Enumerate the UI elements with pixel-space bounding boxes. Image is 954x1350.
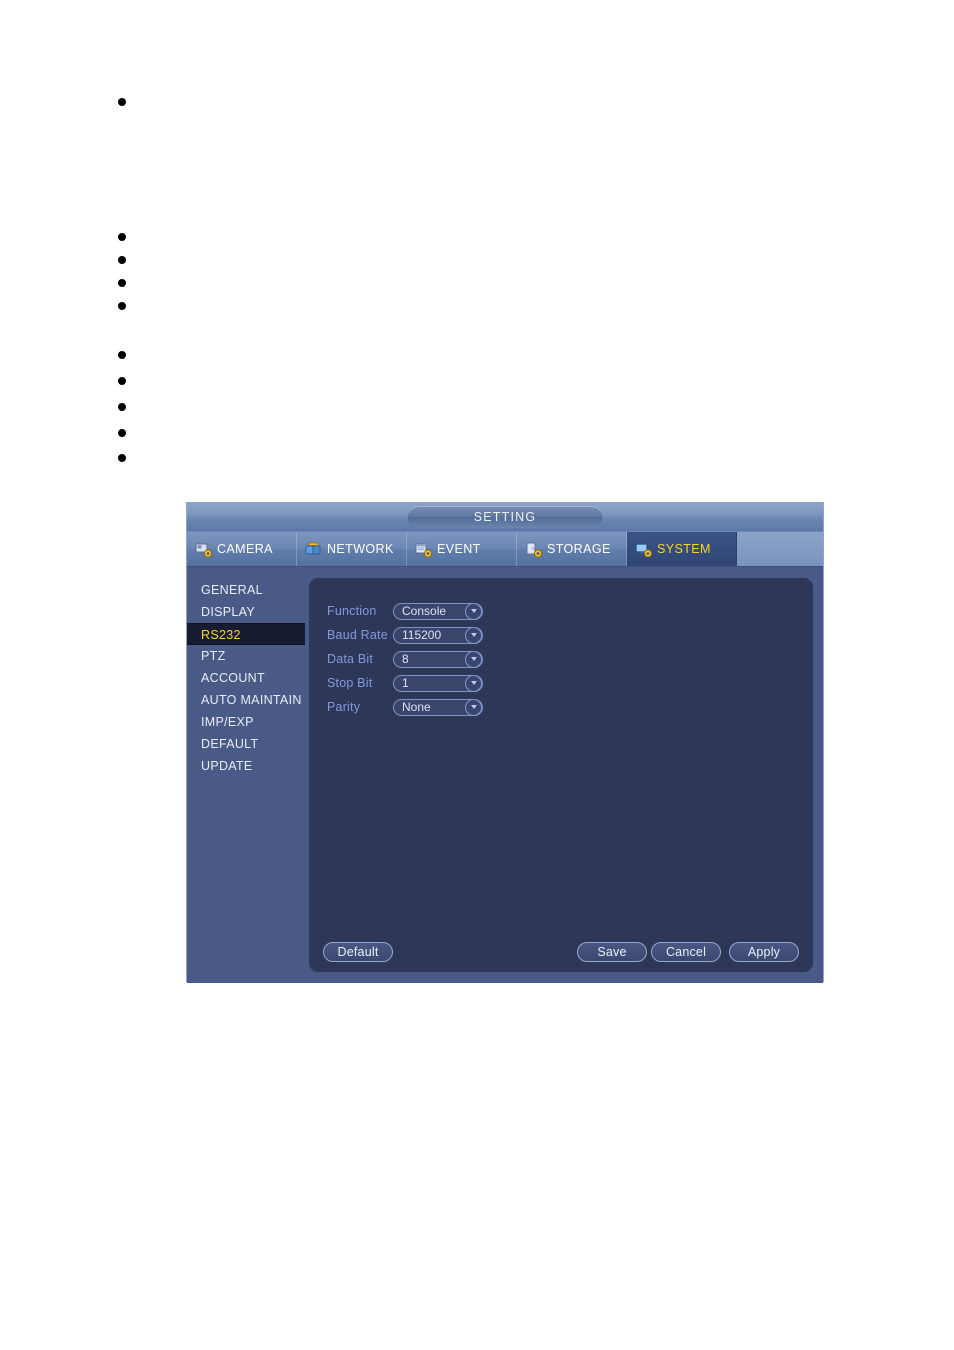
sidebar-item-ptz[interactable]: PTZ [187, 645, 305, 667]
chevron-down-icon[interactable] [465, 626, 482, 644]
sidebar-item-label: GENERAL [201, 583, 263, 597]
sidebar-item-label: AUTO MAINTAIN [201, 693, 302, 707]
sidebar-item-label: RS232 [201, 628, 241, 642]
tab-label: CAMERA [217, 542, 273, 556]
stop-bit-label: Stop Bit [327, 676, 373, 690]
bullet-marker [118, 98, 126, 106]
system-gear-icon [635, 542, 653, 558]
stop-bit-select[interactable]: 1 [393, 674, 483, 692]
function-value: Console [402, 603, 447, 618]
default-button[interactable]: Default [323, 942, 393, 962]
sidebar-item-display[interactable]: DISPLAY [187, 601, 305, 623]
tab-bar-filler [737, 532, 823, 566]
sidebar-item-label: UPDATE [201, 759, 253, 773]
form-row-stop-bit: Stop Bit 1 [327, 672, 483, 694]
sidebar-item-imp-exp[interactable]: IMP/EXP [187, 711, 305, 733]
bullet-marker [118, 377, 126, 385]
sidebar-item-default[interactable]: DEFAULT [187, 733, 305, 755]
baud-rate-select[interactable]: 115200 [393, 626, 483, 644]
data-bit-value: 8 [402, 651, 409, 666]
bullet-marker [118, 256, 126, 264]
tab-label: EVENT [437, 542, 481, 556]
sidebar-item-label: IMP/EXP [201, 715, 254, 729]
bullet-marker [118, 302, 126, 310]
event-gear-icon [415, 542, 433, 558]
chevron-down-icon[interactable] [465, 674, 482, 692]
chevron-down-icon[interactable] [465, 650, 482, 668]
form-row-function: Function Console [327, 600, 483, 622]
form-row-parity: Parity None [327, 696, 483, 718]
baud-rate-label: Baud Rate [327, 628, 388, 642]
parity-value: None [402, 699, 431, 714]
tab-camera[interactable]: CAMERA [187, 532, 297, 566]
parity-label: Parity [327, 700, 361, 714]
dialog-titlebar: SETTING [187, 503, 823, 532]
bullet-marker [118, 279, 126, 287]
network-icon [305, 542, 322, 557]
data-bit-select[interactable]: 8 [393, 650, 483, 668]
tab-label: SYSTEM [657, 542, 711, 556]
storage-gear-icon [525, 542, 543, 558]
bullet-marker [118, 403, 126, 411]
parity-select[interactable]: None [393, 698, 483, 716]
function-select[interactable]: Console [393, 602, 483, 620]
bullet-marker [118, 233, 126, 241]
tab-network[interactable]: NETWORK [297, 532, 407, 566]
sidebar-item-label: PTZ [201, 649, 226, 663]
document-bullet-list [0, 0, 954, 500]
tab-system[interactable]: SYSTEM [627, 532, 737, 566]
bullet-marker [118, 429, 126, 437]
baud-rate-value: 115200 [402, 627, 442, 642]
sidebar-item-auto-maintain[interactable]: AUTO MAINTAIN [187, 689, 305, 711]
stop-bit-value: 1 [402, 675, 409, 690]
rs232-form: Function Console Baud Rate 115200 Data Bit 8 S… [327, 600, 483, 720]
bullet-marker [118, 351, 126, 359]
content-panel: Function Console Baud Rate 115200 Data Bit 8 S… [309, 578, 813, 972]
chevron-down-icon[interactable] [465, 602, 482, 620]
dialog-title: SETTING [407, 506, 603, 528]
tab-label: STORAGE [547, 542, 611, 556]
save-button[interactable]: Save [577, 942, 647, 962]
sidebar: GENERAL DISPLAY RS232 PTZ ACCOUNT AUTO MAINTA… [187, 567, 305, 777]
sidebar-item-label: DEFAULT [201, 737, 259, 751]
sidebar-item-account[interactable]: ACCOUNT [187, 667, 305, 689]
sidebar-item-label: DISPLAY [201, 605, 255, 619]
form-row-baud-rate: Baud Rate 115200 [327, 624, 483, 646]
tab-label: NETWORK [327, 542, 394, 556]
sidebar-item-update[interactable]: UPDATE [187, 755, 305, 777]
camera-gear-icon [195, 542, 213, 558]
form-row-data-bit: Data Bit 8 [327, 648, 483, 670]
setting-dialog: SETTING CAMERA NETWORK EVENT STORAGE SYSTEM … [186, 502, 824, 983]
tab-bar: CAMERA NETWORK EVENT STORAGE SYSTEM [187, 532, 823, 567]
function-label: Function [327, 604, 377, 618]
sidebar-item-general[interactable]: GENERAL [187, 579, 305, 601]
bullet-marker [118, 454, 126, 462]
chevron-down-icon[interactable] [465, 698, 482, 716]
tab-storage[interactable]: STORAGE [517, 532, 627, 566]
dialog-body: GENERAL DISPLAY RS232 PTZ ACCOUNT AUTO MAINTA… [187, 567, 823, 983]
tab-event[interactable]: EVENT [407, 532, 517, 566]
dialog-footer: Default Save Cancel Apply [323, 942, 799, 962]
cancel-button[interactable]: Cancel [651, 942, 721, 962]
data-bit-label: Data Bit [327, 652, 374, 666]
sidebar-item-label: ACCOUNT [201, 671, 265, 685]
apply-button[interactable]: Apply [729, 942, 799, 962]
sidebar-item-rs232[interactable]: RS232 [187, 623, 305, 645]
